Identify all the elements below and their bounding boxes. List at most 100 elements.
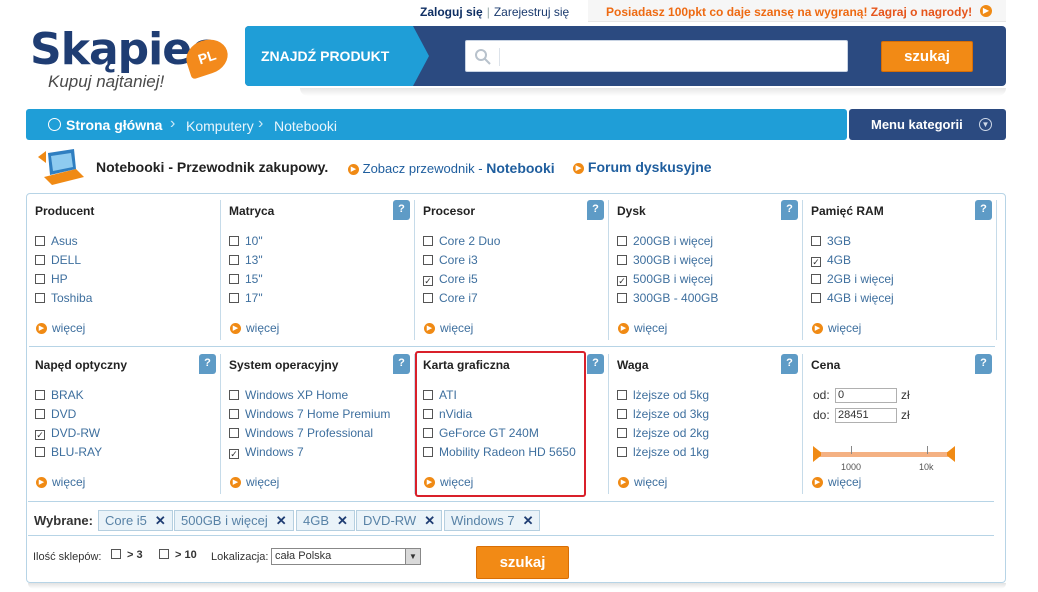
home-icon[interactable] — [48, 118, 61, 131]
filter-option[interactable]: Toshiba — [35, 291, 92, 310]
menu-categories-button[interactable]: Menu kategorii ▼ — [849, 109, 1006, 140]
help-icon[interactable]: ? — [781, 354, 798, 374]
filter-option-label[interactable]: GeForce GT 240M — [439, 426, 539, 440]
filter-option[interactable]: ✓ 4GB — [811, 253, 894, 272]
filter-option[interactable]: 17" — [229, 291, 263, 310]
filter-option-label[interactable]: Mobility Radeon HD 5650 — [439, 445, 576, 459]
checkbox[interactable] — [229, 293, 239, 303]
selected-chip[interactable]: Windows 7 ✕ — [444, 510, 541, 531]
help-icon[interactable]: ? — [975, 200, 992, 220]
filter-option[interactable]: 300GB i więcej — [617, 253, 718, 272]
filter-option[interactable]: 200GB i więcej — [617, 234, 718, 253]
filter-option[interactable]: Core 2 Duo — [423, 234, 500, 253]
checkbox[interactable] — [617, 409, 627, 419]
help-icon[interactable]: ? — [587, 354, 604, 374]
filter-option[interactable]: lżejsze od 1kg — [617, 445, 709, 464]
filter-option-label[interactable]: 3GB — [827, 234, 851, 248]
filter-option-label[interactable]: Windows 7 Professional — [245, 426, 373, 440]
checkbox[interactable] — [229, 390, 239, 400]
help-icon[interactable]: ? — [587, 200, 604, 220]
filter-option[interactable]: Windows XP Home — [229, 388, 390, 407]
filter-option-label[interactable]: lżejsze od 2kg — [633, 426, 709, 440]
filter-option[interactable]: 300GB - 400GB — [617, 291, 718, 310]
more-link[interactable]: ▶ więcej — [230, 475, 279, 489]
more-link[interactable]: ▶ więcej — [618, 475, 667, 489]
filter-option[interactable]: 2GB i więcej — [811, 272, 894, 291]
filter-option[interactable]: Core i7 — [423, 291, 500, 310]
filter-option[interactable]: 4GB i więcej — [811, 291, 894, 310]
more-link[interactable]: ▶ więcej — [618, 321, 667, 335]
filter-option[interactable]: lżejsze od 3kg — [617, 407, 709, 426]
checkbox[interactable] — [423, 293, 433, 303]
slider-max-handle[interactable] — [947, 446, 955, 462]
checkbox[interactable] — [811, 274, 821, 284]
filter-option[interactable]: ATI — [423, 388, 576, 407]
filter-option-label[interactable]: lżejsze od 1kg — [633, 445, 709, 459]
filter-option-label[interactable]: 200GB i więcej — [633, 234, 713, 248]
checkbox[interactable] — [423, 236, 433, 246]
filter-option[interactable]: Core i3 — [423, 253, 500, 272]
checkbox[interactable] — [35, 274, 45, 284]
selected-chip[interactable]: 4GB ✕ — [296, 510, 355, 531]
remove-icon[interactable]: ✕ — [276, 513, 287, 528]
filter-option[interactable]: HP — [35, 272, 92, 291]
checkbox[interactable] — [423, 447, 433, 457]
checkbox-checked[interactable]: ✓ — [229, 449, 239, 459]
filter-option-label[interactable]: 2GB i więcej — [827, 272, 894, 286]
filter-option[interactable]: BRAK — [35, 388, 102, 407]
filter-option[interactable]: nVidia — [423, 407, 576, 426]
search-button[interactable]: szukaj — [881, 41, 973, 72]
filter-option-label[interactable]: 15" — [245, 272, 263, 286]
checkbox[interactable] — [35, 409, 45, 419]
checkbox[interactable] — [229, 255, 239, 265]
filter-option[interactable]: DVD — [35, 407, 102, 426]
register-link[interactable]: Zarejestruj się — [494, 5, 569, 19]
checkbox[interactable] — [811, 236, 821, 246]
more-link[interactable]: ▶ więcej — [812, 321, 861, 335]
filter-option-label[interactable]: BRAK — [51, 388, 84, 402]
forum-link[interactable]: ▶ Forum dyskusyjne — [573, 159, 712, 175]
filter-option-label[interactable]: DELL — [51, 253, 81, 267]
checkbox[interactable] — [35, 255, 45, 265]
remove-icon[interactable]: ✕ — [155, 513, 166, 528]
more-link[interactable]: ▶ więcej — [36, 475, 85, 489]
filter-option-label[interactable]: 4GB — [827, 253, 851, 267]
chevron-down-icon[interactable]: ▼ — [405, 549, 420, 564]
filter-option[interactable]: lżejsze od 5kg — [617, 388, 709, 407]
filter-option-label[interactable]: DVD — [51, 407, 76, 421]
filter-option-label[interactable]: HP — [51, 272, 68, 286]
filter-option-label[interactable]: DVD-RW — [51, 426, 100, 440]
filter-option-label[interactable]: 300GB - 400GB — [633, 291, 718, 305]
filter-option-label[interactable]: 300GB i więcej — [633, 253, 713, 267]
filter-option-label[interactable]: BLU-RAY — [51, 445, 102, 459]
filter-option-label[interactable]: Core i7 — [439, 291, 478, 305]
price-slider[interactable]: 1000 10k — [813, 446, 955, 476]
guide-link[interactable]: ▶ Zobacz przewodnik - Notebooki — [348, 160, 555, 176]
guide-link-notebooks[interactable]: Notebooki — [486, 160, 554, 176]
shops-3-checkbox[interactable] — [111, 549, 121, 559]
filter-option[interactable]: Asus — [35, 234, 92, 253]
checkbox[interactable] — [617, 255, 627, 265]
remove-icon[interactable]: ✕ — [523, 513, 534, 528]
filter-option-label[interactable]: 13" — [245, 253, 263, 267]
checkbox[interactable] — [617, 293, 627, 303]
filter-option[interactable]: ✓ DVD-RW — [35, 426, 102, 445]
checkbox[interactable] — [229, 236, 239, 246]
filter-option-label[interactable]: 17" — [245, 291, 263, 305]
filter-option-label[interactable]: Core i5 — [439, 272, 478, 286]
checkbox[interactable] — [35, 390, 45, 400]
help-icon[interactable]: ? — [393, 354, 410, 374]
checkbox[interactable] — [423, 428, 433, 438]
slider-min-handle[interactable] — [813, 446, 821, 462]
filter-option-label[interactable]: ATI — [439, 388, 457, 402]
more-link[interactable]: ▶ więcej — [424, 475, 473, 489]
filter-option-label[interactable]: 500GB i więcej — [633, 272, 713, 286]
filter-option[interactable]: lżejsze od 2kg — [617, 426, 709, 445]
checkbox[interactable] — [35, 293, 45, 303]
checkbox-checked[interactable]: ✓ — [811, 257, 821, 267]
filter-option[interactable]: Mobility Radeon HD 5650 — [423, 445, 576, 464]
more-link[interactable]: ▶ więcej — [424, 321, 473, 335]
checkbox-checked[interactable]: ✓ — [423, 276, 433, 286]
checkbox[interactable] — [617, 390, 627, 400]
filter-option[interactable]: 13" — [229, 253, 263, 272]
